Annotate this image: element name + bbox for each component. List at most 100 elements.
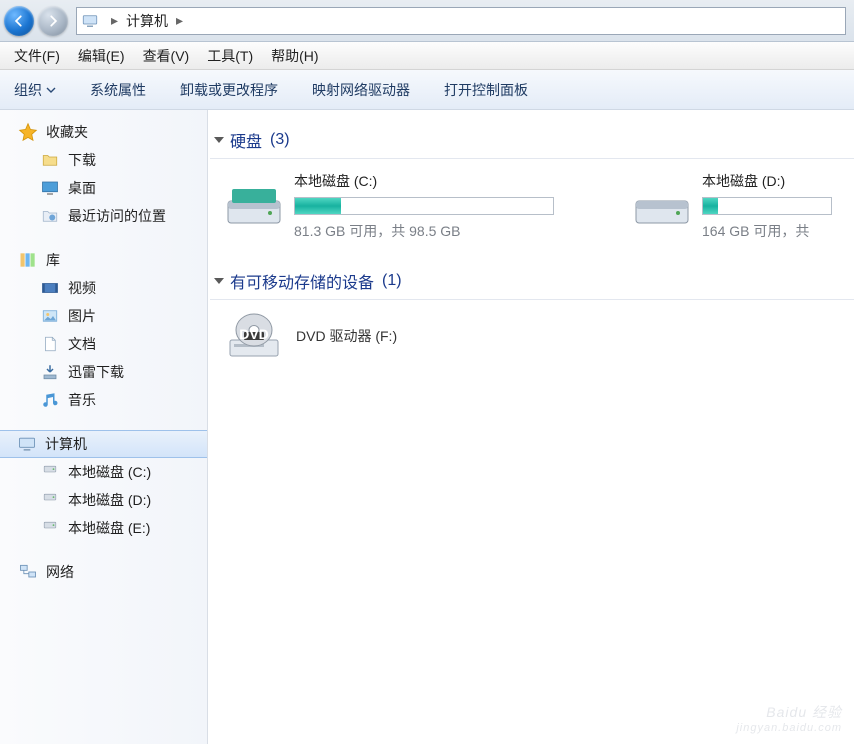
menu-file[interactable]: 文件(F): [8, 44, 66, 68]
category-removable-title: 有可移动存储的设备: [230, 269, 374, 293]
breadcrumb-separator: ▸: [105, 12, 124, 29]
hdd-row: 本地磁盘 (C:) 81.3 GB 可用，共 98.5 GB 本地: [210, 171, 854, 241]
nav-back-button[interactable]: [4, 6, 34, 36]
tree-favorites: 收藏夹 下载 桌面 最近访问的位置: [0, 118, 207, 230]
category-removable-count: (1): [382, 272, 402, 290]
drive-usage-fill: [295, 198, 341, 214]
sidebar-item-music[interactable]: 音乐: [0, 386, 207, 414]
breadcrumb-location[interactable]: 计算机: [124, 11, 170, 31]
drive-usage-bar: [294, 197, 554, 215]
sidebar-item-label: 本地磁盘 (E:): [68, 518, 150, 538]
sidebar-item-libraries[interactable]: 库: [0, 246, 207, 274]
toolbar: 组织 系统属性 卸载或更改程序 映射网络驱动器 打开控制面板: [0, 70, 854, 110]
content-pane: 硬盘 (3) 本地磁盘 (C:) 81.: [208, 110, 854, 744]
toolbar-controlpanel[interactable]: 打开控制面板: [444, 80, 528, 100]
sidebar-item-label: 迅雷下载: [68, 362, 124, 382]
collapse-icon: [214, 137, 224, 143]
drive-d[interactable]: 本地磁盘 (D:) 164 GB 可用，共: [634, 171, 854, 241]
watermark-sub: jingyan.baidu.com: [736, 722, 842, 734]
dvd-drive-icon: DVD: [226, 312, 282, 360]
drive-icon: [40, 462, 60, 482]
sidebar-item-downloads[interactable]: 下载: [0, 146, 207, 174]
breadcrumb[interactable]: ▸ 计算机 ▸: [76, 7, 846, 35]
menu-tools[interactable]: 工具(T): [201, 44, 259, 68]
sidebar-item-drive-d[interactable]: 本地磁盘 (D:): [0, 486, 207, 514]
sidebar: 收藏夹 下载 桌面 最近访问的位置 库 视频: [0, 110, 208, 744]
nav-forward-button[interactable]: [38, 6, 68, 36]
network-icon: [18, 562, 38, 582]
sidebar-item-label: 视频: [68, 278, 96, 298]
category-hdd-header[interactable]: 硬盘 (3): [210, 120, 854, 159]
computer-icon: [81, 12, 99, 30]
sidebar-item-label: 最近访问的位置: [68, 206, 166, 226]
tree-computer: 计算机 本地磁盘 (C:) 本地磁盘 (D:) 本地磁盘 (E:): [0, 430, 207, 542]
device-name: DVD 驱动器 (F:): [296, 326, 397, 346]
drive-usage-fill: [703, 198, 718, 214]
sidebar-item-recent[interactable]: 最近访问的位置: [0, 202, 207, 230]
toolbar-uninstall[interactable]: 卸载或更改程序: [180, 80, 278, 100]
toolbar-sysprops[interactable]: 系统属性: [90, 80, 146, 100]
toolbar-organize-label: 组织: [14, 80, 42, 100]
favorites-label: 收藏夹: [46, 122, 88, 142]
drive-icon: [40, 490, 60, 510]
arrow-left-icon: [12, 14, 26, 28]
svg-text:DVD: DVD: [239, 326, 269, 342]
drive-d-info: 本地磁盘 (D:) 164 GB 可用，共: [702, 171, 854, 241]
sidebar-item-drive-e[interactable]: 本地磁盘 (E:): [0, 514, 207, 542]
drive-c-info: 本地磁盘 (C:) 81.3 GB 可用，共 98.5 GB: [294, 171, 586, 241]
sidebar-item-label: 下载: [68, 150, 96, 170]
network-label: 网络: [46, 562, 74, 582]
watermark-main: Baidu 经验: [766, 704, 842, 720]
sidebar-item-label: 音乐: [68, 390, 96, 410]
library-icon: [18, 250, 38, 270]
sidebar-item-videos[interactable]: 视频: [0, 274, 207, 302]
sidebar-item-network[interactable]: 网络: [0, 558, 207, 586]
collapse-icon: [214, 278, 224, 284]
drive-icon: [40, 518, 60, 538]
menu-help[interactable]: 帮助(H): [265, 44, 324, 68]
desktop-icon: [40, 178, 60, 198]
category-hdd-title: 硬盘: [230, 128, 262, 152]
drive-stats: 164 GB 可用，共: [702, 221, 854, 241]
tree-libraries: 库 视频 图片 文档 迅雷下载 音乐: [0, 246, 207, 414]
sidebar-item-computer[interactable]: 计算机: [0, 430, 207, 458]
sidebar-item-drive-c[interactable]: 本地磁盘 (C:): [0, 458, 207, 486]
hdd-icon: [226, 183, 282, 227]
drive-name: 本地磁盘 (C:): [294, 171, 586, 191]
menu-edit[interactable]: 编辑(E): [72, 44, 131, 68]
breadcrumb-separator[interactable]: ▸: [170, 12, 189, 29]
menu-view[interactable]: 查看(V): [137, 44, 196, 68]
computer-icon: [17, 434, 37, 454]
toolbar-mapdrive[interactable]: 映射网络驱动器: [312, 80, 410, 100]
recent-icon: [40, 206, 60, 226]
explorer-body: 收藏夹 下载 桌面 最近访问的位置 库 视频: [0, 110, 854, 744]
sidebar-item-label: 文档: [68, 334, 96, 354]
libraries-label: 库: [46, 250, 60, 270]
document-icon: [40, 334, 60, 354]
music-icon: [40, 390, 60, 410]
picture-icon: [40, 306, 60, 326]
menu-bar: 文件(F) 编辑(E) 查看(V) 工具(T) 帮助(H): [0, 42, 854, 70]
device-dvd[interactable]: DVD DVD 驱动器 (F:): [210, 312, 854, 360]
watermark: Baidu 经验 jingyan.baidu.com: [736, 698, 842, 734]
sidebar-item-desktop[interactable]: 桌面: [0, 174, 207, 202]
drive-c[interactable]: 本地磁盘 (C:) 81.3 GB 可用，共 98.5 GB: [226, 171, 586, 241]
toolbar-organize[interactable]: 组织: [14, 80, 56, 100]
drive-stats: 81.3 GB 可用，共 98.5 GB: [294, 221, 586, 241]
sidebar-item-label: 本地磁盘 (C:): [68, 462, 151, 482]
sidebar-item-documents[interactable]: 文档: [0, 330, 207, 358]
hdd-icon: [634, 183, 690, 227]
tree-network: 网络: [0, 558, 207, 586]
arrow-right-icon: [46, 14, 60, 28]
drive-usage-bar: [702, 197, 832, 215]
computer-label: 计算机: [45, 434, 87, 454]
nav-bar: ▸ 计算机 ▸: [0, 0, 854, 42]
sidebar-item-favorites[interactable]: 收藏夹: [0, 118, 207, 146]
sidebar-item-label: 图片: [68, 306, 96, 326]
sidebar-item-pictures[interactable]: 图片: [0, 302, 207, 330]
sidebar-item-xunlei[interactable]: 迅雷下载: [0, 358, 207, 386]
category-removable-header[interactable]: 有可移动存储的设备 (1): [210, 261, 854, 300]
drive-name: 本地磁盘 (D:): [702, 171, 854, 191]
video-icon: [40, 278, 60, 298]
sidebar-item-label: 桌面: [68, 178, 96, 198]
